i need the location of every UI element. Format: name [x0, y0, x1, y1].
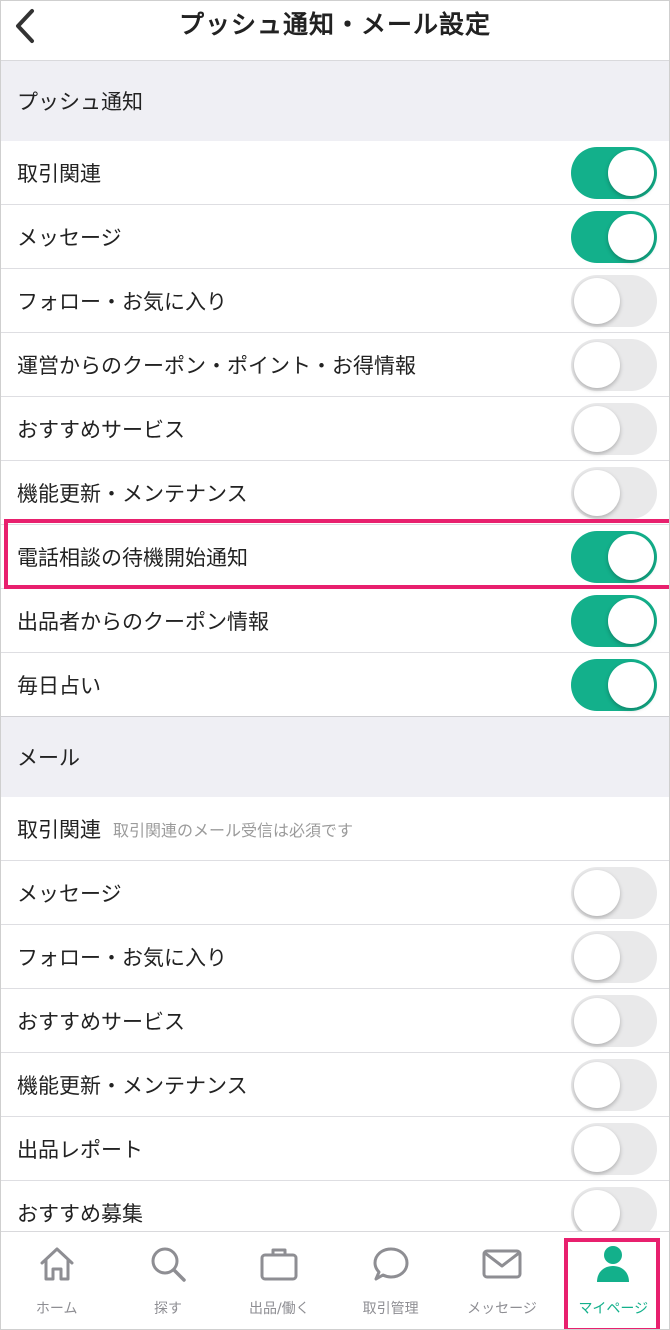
toggle-knob: [574, 277, 620, 324]
toggle-switch[interactable]: [571, 994, 657, 1047]
push-row-fortune[interactable]: 毎日占い: [1, 653, 669, 717]
row-label: おすすめサービス: [17, 1009, 185, 1034]
row-label: 電話相談の待機開始通知: [17, 545, 248, 570]
toggle-knob: [574, 1061, 620, 1108]
app-screen: プッシュ通知・メール設定 プッシュ通知 取引関連 メッセージ フォロー・お気に入…: [0, 0, 670, 1330]
nav-header: プッシュ通知・メール設定: [1, 1, 669, 61]
briefcase-icon: [260, 1248, 298, 1281]
toggle-switch[interactable]: [571, 594, 657, 647]
tab-home[interactable]: ホーム: [1, 1232, 112, 1329]
toggle-knob: [608, 533, 654, 580]
tab-label: マイページ: [578, 1301, 649, 1317]
row-label: 機能更新・メンテナンス: [17, 481, 248, 506]
tab-label: 探す: [153, 1301, 182, 1317]
page-title: プッシュ通知・メール設定: [178, 10, 491, 39]
toggle-knob: [608, 213, 654, 260]
row-label: 取引関連: [17, 817, 101, 842]
mail-row-follow[interactable]: フォロー・お気に入り: [1, 925, 669, 989]
bottom-tab-bar: ホーム 探す 出品/働く 取引管理 メッセージ マイページ: [1, 1231, 669, 1329]
toggle-switch[interactable]: [571, 1122, 657, 1175]
tab-label: 出品/働く: [248, 1301, 310, 1317]
toggle-knob: [574, 405, 620, 452]
toggle-knob: [574, 341, 620, 388]
tab-label: ホーム: [35, 1301, 78, 1317]
toggle-knob: [608, 149, 654, 196]
row-label: おすすめ募集: [17, 1201, 143, 1226]
toggle-knob: [574, 869, 620, 916]
push-row-trade[interactable]: 取引関連: [1, 141, 669, 205]
tab-messages[interactable]: メッセージ: [446, 1232, 557, 1329]
search-icon: [151, 1247, 186, 1282]
toggle-knob: [574, 997, 620, 1044]
section-header-push: プッシュ通知: [1, 61, 669, 141]
person-icon: [597, 1246, 630, 1282]
row-label: メッセージ: [17, 225, 122, 250]
mail-row-trade-required: 取引関連 取引関連のメール受信は必須です: [1, 797, 669, 861]
row-label: 毎日占い: [17, 673, 101, 698]
push-row-coupon[interactable]: 運営からのクーポン・ポイント・お得情報: [1, 333, 669, 397]
toggle-knob: [608, 661, 654, 708]
envelope-icon: [482, 1249, 522, 1279]
toggle-switch[interactable]: [571, 866, 657, 919]
home-icon: [40, 1247, 74, 1281]
required-note: 取引関連のメール受信は必須です: [113, 820, 354, 840]
toggle-knob: [574, 469, 620, 516]
tab-search[interactable]: 探す: [112, 1232, 223, 1329]
mail-row-message[interactable]: メッセージ: [1, 861, 669, 925]
row-label: メッセージ: [17, 881, 122, 906]
toggle-switch[interactable]: [571, 338, 657, 391]
toggle-switch[interactable]: [571, 466, 657, 519]
chat-bubble-icon: [373, 1247, 409, 1281]
tab-label: メッセージ: [467, 1301, 537, 1317]
row-label: 機能更新・メンテナンス: [17, 1073, 248, 1098]
mail-row-recommend[interactable]: おすすめサービス: [1, 989, 669, 1053]
push-row-recommend[interactable]: おすすめサービス: [1, 397, 669, 461]
tab-mypage[interactable]: マイページ: [558, 1232, 669, 1329]
section-header-mail: メール: [1, 717, 669, 797]
toggle-switch[interactable]: [571, 274, 657, 327]
toggle-knob: [608, 597, 654, 644]
row-label: 出品レポート: [17, 1137, 143, 1162]
row-label: 出品者からのクーポン情報: [17, 609, 269, 634]
push-row-seller-coupon[interactable]: 出品者からのクーポン情報: [1, 589, 669, 653]
row-label: 取引関連: [17, 161, 101, 186]
push-row-follow[interactable]: フォロー・お気に入り: [1, 269, 669, 333]
row-label: おすすめサービス: [17, 417, 185, 442]
row-label: 運営からのクーポン・ポイント・お得情報: [17, 353, 416, 378]
push-row-message[interactable]: メッセージ: [1, 205, 669, 269]
mail-row-listing-report[interactable]: 出品レポート: [1, 1117, 669, 1181]
toggle-knob: [574, 933, 620, 980]
row-label: フォロー・お気に入り: [17, 945, 227, 970]
toggle-switch[interactable]: [571, 210, 657, 263]
tab-label: 取引管理: [362, 1301, 419, 1317]
toggle-switch[interactable]: [571, 402, 657, 455]
toggle-switch[interactable]: [571, 658, 657, 711]
tab-transactions[interactable]: 取引管理: [335, 1232, 446, 1329]
toggle-knob: [574, 1189, 620, 1236]
push-row-maintenance[interactable]: 機能更新・メンテナンス: [1, 461, 669, 525]
toggle-switch[interactable]: [571, 146, 657, 199]
settings-list: プッシュ通知 取引関連 メッセージ フォロー・お気に入り 運営からのクーポン・ポ…: [1, 61, 669, 1245]
toggle-switch[interactable]: [571, 530, 657, 583]
tab-listing-work[interactable]: 出品/働く: [224, 1232, 335, 1329]
push-row-phone-consult[interactable]: 電話相談の待機開始通知: [1, 519, 669, 589]
toggle-switch[interactable]: [571, 1058, 657, 1111]
mail-row-maintenance[interactable]: 機能更新・メンテナンス: [1, 1053, 669, 1117]
toggle-knob: [574, 1125, 620, 1172]
row-label: フォロー・お気に入り: [17, 289, 227, 314]
toggle-switch[interactable]: [571, 930, 657, 983]
